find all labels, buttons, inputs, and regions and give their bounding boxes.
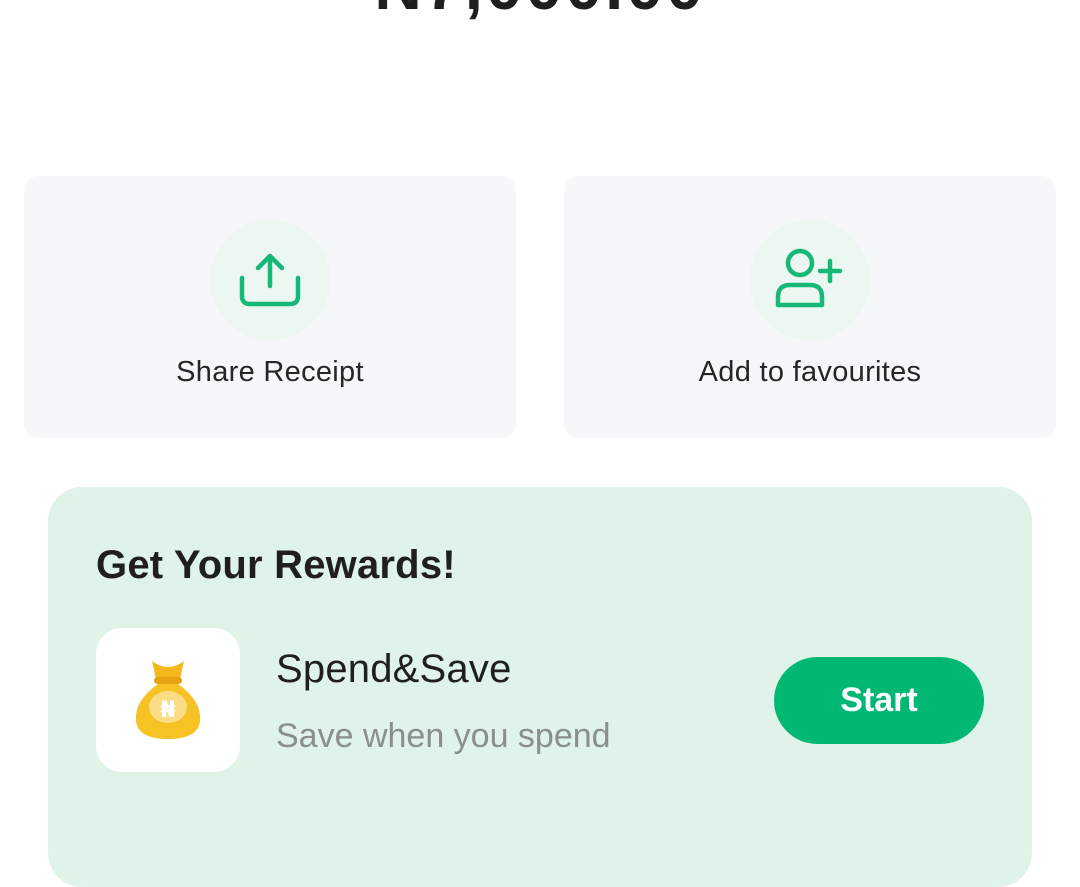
rewards-title: Get Your Rewards! [96, 543, 456, 587]
start-button[interactable]: Start [774, 657, 984, 744]
share-upload-icon [239, 253, 301, 307]
share-receipt-button[interactable]: Share Receipt [24, 176, 516, 438]
money-bag-icon: ₦ [135, 661, 201, 739]
share-receipt-label: Share Receipt [176, 356, 364, 388]
add-to-favourites-label: Add to favourites [698, 356, 922, 388]
svg-text:₦: ₦ [160, 698, 175, 723]
add-to-favourites-button[interactable]: Add to favourites [564, 176, 1056, 438]
transaction-amount: ₦7,000.00 [0, 0, 1080, 24]
rewards-card: Get Your Rewards! ₦ Spend&Save Save when… [48, 487, 1032, 887]
reward-name: Spend&Save [276, 647, 512, 691]
share-icon-circle [210, 220, 330, 340]
favourite-icon-circle [750, 220, 870, 340]
add-user-icon [775, 248, 843, 308]
spend-save-app-tile: ₦ [96, 628, 240, 772]
reward-description: Save when you spend [276, 717, 611, 755]
